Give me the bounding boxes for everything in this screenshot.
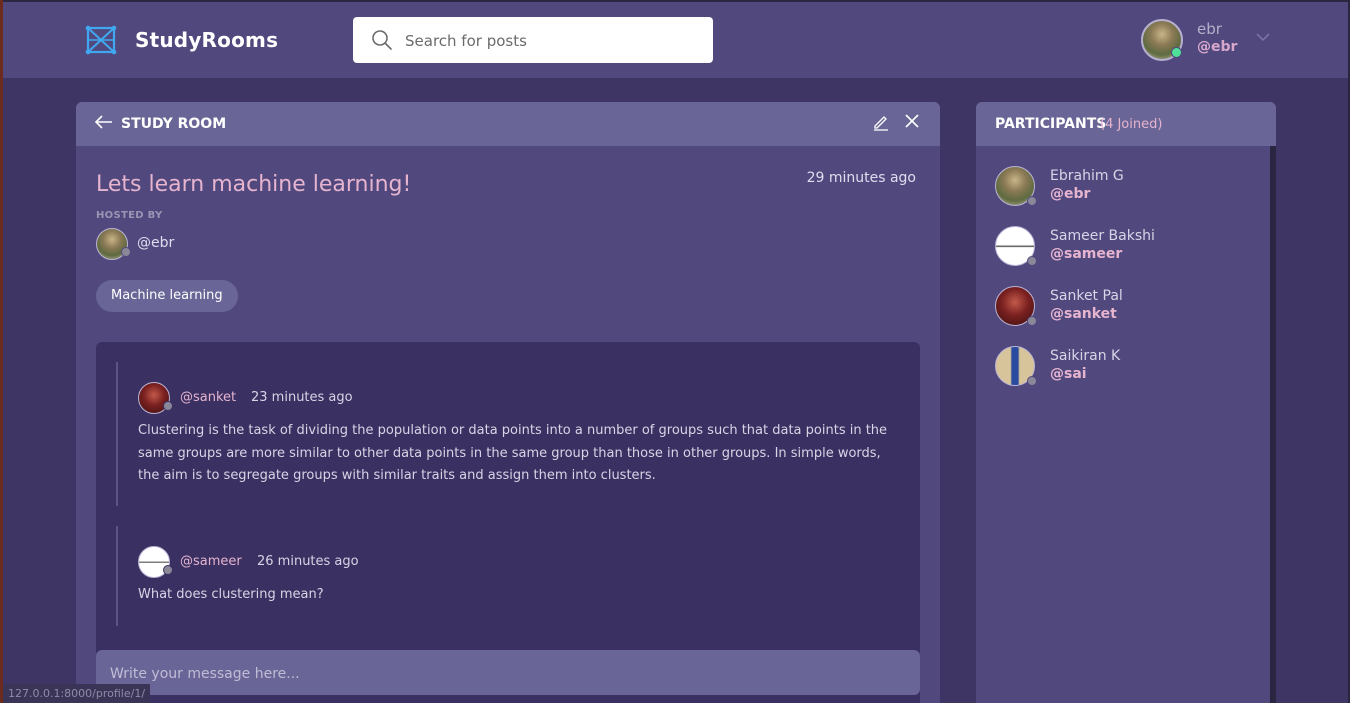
participant-item[interactable]: Saikiran K @sai (995, 346, 1255, 394)
app-name: StudyRooms (135, 28, 279, 52)
message-item: @sameer 26 minutes ago What does cluster… (116, 526, 898, 626)
host-status-indicator (121, 247, 131, 257)
participants-header: PARTICIPANTS (4 Joined) (976, 102, 1276, 146)
user-status-indicator (163, 565, 173, 575)
participants-title: PARTICIPANTS (995, 116, 1107, 132)
participants-panel: PARTICIPANTS (4 Joined) Ebrahim G @ebr S… (976, 102, 1276, 703)
hosted-by-label: HOSTED BY (96, 210, 163, 221)
window-edge (0, 0, 3, 703)
search-icon (372, 30, 392, 50)
participant-handle: @sai (1050, 366, 1087, 382)
message-body: What does clustering mean? (138, 587, 324, 602)
edit-icon[interactable] (872, 113, 890, 131)
arrow-left-icon[interactable] (94, 114, 114, 130)
online-status-indicator (1171, 47, 1182, 58)
conversation-thread: @sanket 23 minutes ago Clustering is the… (96, 342, 920, 703)
participant-item[interactable]: Sanket Pal @sanket (995, 286, 1255, 334)
message-time: 26 minutes ago (257, 554, 359, 569)
user-status-indicator (1027, 196, 1037, 206)
top-navbar: StudyRooms ebr @ebr (3, 0, 1348, 78)
message-input[interactable] (108, 650, 912, 697)
message-item: @sanket 23 minutes ago Clustering is the… (116, 362, 898, 506)
message-composer (96, 650, 920, 697)
user-handle: @ebr (1197, 39, 1238, 55)
participant-name: Sameer Bakshi (1050, 228, 1155, 244)
room-title: Lets learn machine learning! (96, 172, 412, 197)
logo-icon (85, 25, 117, 55)
participant-name: Saikiran K (1050, 348, 1121, 364)
host-handle-link[interactable]: @ebr (137, 235, 174, 251)
participant-item[interactable]: Ebrahim G @ebr (995, 166, 1255, 214)
user-status-indicator (1027, 256, 1037, 266)
scrollbar[interactable] (1270, 146, 1276, 703)
participant-item[interactable]: Sameer Bakshi @sameer (995, 226, 1255, 274)
browser-status-url: 127.0.0.1:8000/profile/1/ (3, 684, 151, 703)
participant-handle: @sameer (1050, 246, 1123, 262)
message-time: 23 minutes ago (251, 390, 353, 405)
search-input[interactable] (403, 17, 707, 65)
close-icon[interactable] (904, 113, 920, 129)
room-header: STUDY ROOM (76, 102, 940, 146)
participants-count: (4 Joined) (1100, 117, 1163, 132)
user-status-indicator (1027, 376, 1037, 386)
participant-name: Sanket Pal (1050, 288, 1123, 304)
room-created-time: 29 minutes ago (806, 170, 916, 186)
message-author-link[interactable]: @sanket (180, 390, 236, 405)
search-box (353, 17, 713, 65)
chevron-down-icon[interactable] (1255, 29, 1271, 45)
room-card: STUDY ROOM Lets learn machine learning! … (76, 102, 940, 703)
user-name: ebr (1197, 20, 1222, 38)
user-status-indicator (1027, 316, 1037, 326)
user-status-indicator (163, 401, 173, 411)
brand-link[interactable]: StudyRooms (85, 24, 278, 56)
room-header-title: STUDY ROOM (121, 116, 227, 132)
message-author-link[interactable]: @sameer (180, 554, 242, 569)
user-menu[interactable]: ebr @ebr (1141, 17, 1281, 63)
participant-handle: @sanket (1050, 306, 1117, 322)
message-body: Clustering is the task of dividing the p… (138, 423, 888, 483)
topic-tag[interactable]: Machine learning (96, 280, 238, 312)
participant-name: Ebrahim G (1050, 168, 1124, 184)
participant-handle: @ebr (1050, 186, 1091, 202)
